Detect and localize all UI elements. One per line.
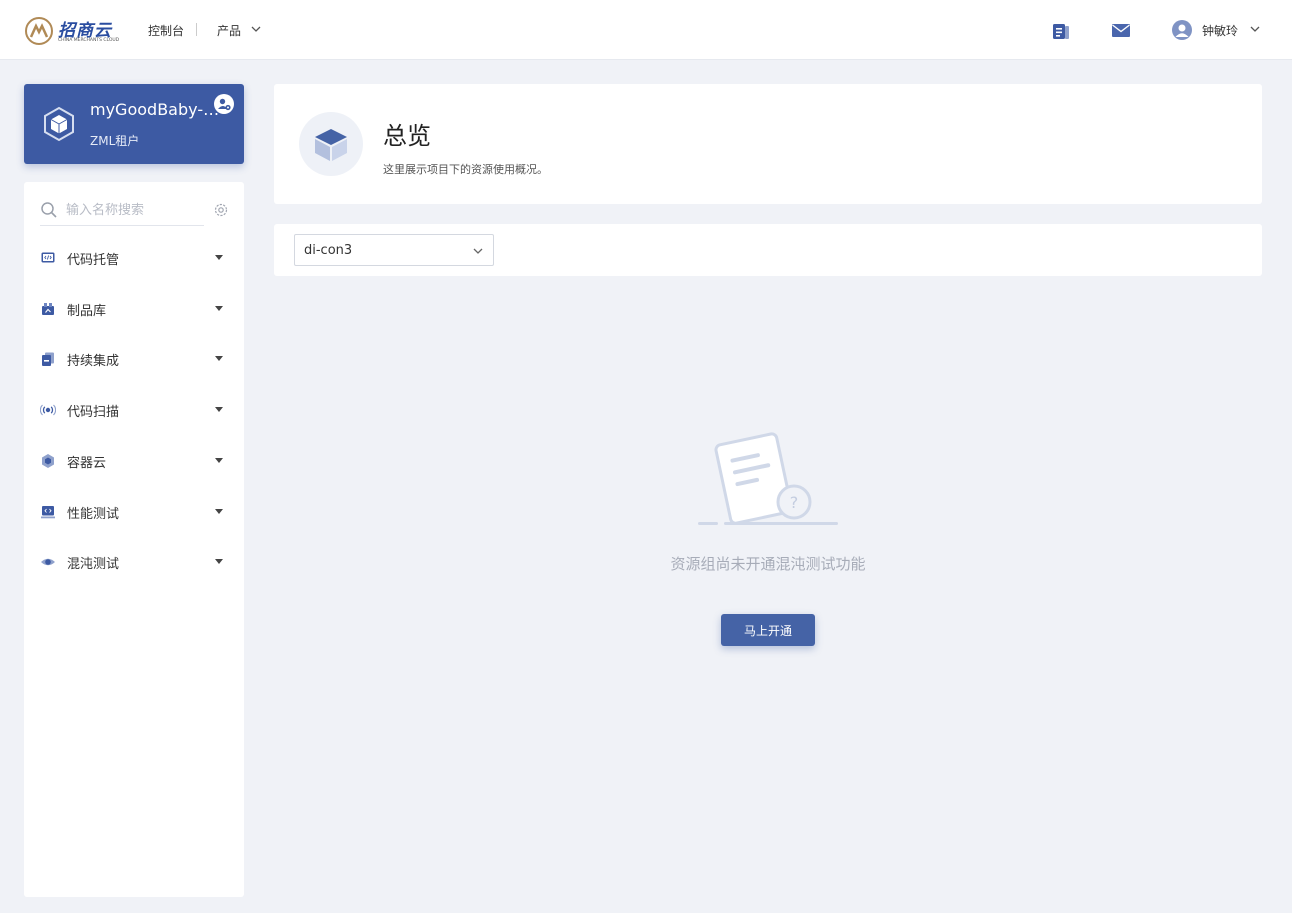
sidebar-item-container-cloud[interactable]: 容器云 [24,441,244,481]
caret-down-icon [215,559,223,564]
chaos-test-icon [41,558,55,566]
box-icon [315,129,347,161]
resource-group-select[interactable]: di-con3 [294,234,494,266]
activate-now-button[interactable]: 马上开通 [721,614,815,646]
sidebar-item-code-scan[interactable]: 代码扫描 [24,390,244,430]
continuous-integration-icon [42,352,54,366]
nav-divider [196,23,197,36]
caret-down-icon [215,509,223,514]
performance-test-icon [41,506,55,519]
avatar[interactable] [1172,20,1192,40]
user-avatar-icon [1175,24,1189,37]
gear-icon[interactable] [213,202,229,218]
sidebar-item-label: 性能测试 [67,507,120,522]
sidebar-search [40,198,204,226]
sidebar-item-performance-test[interactable]: 性能测试 [24,492,244,532]
search-icon [41,202,57,218]
user-settings-icon [218,98,231,111]
logo-mark-icon [25,17,53,45]
sidebar: 代码托管 制品库 持续集成 代码扫描 [24,182,244,897]
mail-icon[interactable] [1111,23,1131,39]
sidebar-item-label: 代码扫描 [67,405,120,420]
container-cloud-icon [42,454,54,468]
chevron-down-icon [473,248,483,254]
svg-text:?: ? [790,493,799,512]
select-value: di-con3 [304,243,353,258]
empty-state-message: 资源组尚未开通混沌测试功能 [670,555,866,573]
caret-down-icon [215,255,223,260]
sidebar-item-code-hosting[interactable]: 代码托管 [24,238,244,278]
sidebar-item-label: 代码托管 [67,253,120,268]
empty-document-question-icon: ? [698,432,838,525]
project-card[interactable]: myGoodBaby-z... ZML租户 [24,84,244,164]
caret-down-icon [215,356,223,361]
caret-down-icon [215,306,223,311]
overview-icon-wrap [299,112,363,176]
sidebar-item-chaos-test[interactable]: 混沌测试 [24,542,244,582]
sidebar-item-artifact-repo[interactable]: 制品库 [24,289,244,329]
logo-subtitle: CHINA MERCHANTS CLOUD [58,38,120,43]
chevron-down-icon[interactable] [1250,25,1260,33]
project-member-button[interactable] [214,94,234,114]
overview-card: 总览 这里展示项目下的资源使用概况。 [274,84,1262,204]
caret-down-icon [215,458,223,463]
brand-logo[interactable]: 招商云 CHINA MERCHANTS CLOUD [24,16,119,46]
filter-bar: di-con3 [274,224,1262,276]
project-cube-icon [44,106,74,142]
chevron-down-icon[interactable] [251,25,261,33]
sidebar-item-label: 混沌测试 [67,557,120,572]
username[interactable]: 钟敏玲 [1202,22,1238,39]
sidebar-item-label: 制品库 [67,304,107,319]
search-input[interactable] [66,200,202,220]
artifact-repo-icon [42,303,54,315]
code-hosting-icon [41,252,55,263]
sidebar-item-continuous-integration[interactable]: 持续集成 [24,339,244,379]
document-icon[interactable] [1052,22,1070,40]
sidebar-item-label: 容器云 [67,456,107,471]
code-scan-icon [40,404,56,416]
top-header: 招商云 CHINA MERCHANTS CLOUD 控制台 产品 钟敏玲 [0,0,1292,60]
project-name: myGoodBaby-z... [90,100,220,119]
nav-console-link[interactable]: 控制台 [148,22,184,39]
page-title: 总览 [383,122,431,150]
project-tenant: ZML租户 [90,134,140,148]
sidebar-item-label: 持续集成 [67,354,120,369]
nav-product-menu[interactable]: 产品 [217,22,241,39]
page-description: 这里展示项目下的资源使用概况。 [383,163,548,176]
caret-down-icon [215,407,223,412]
